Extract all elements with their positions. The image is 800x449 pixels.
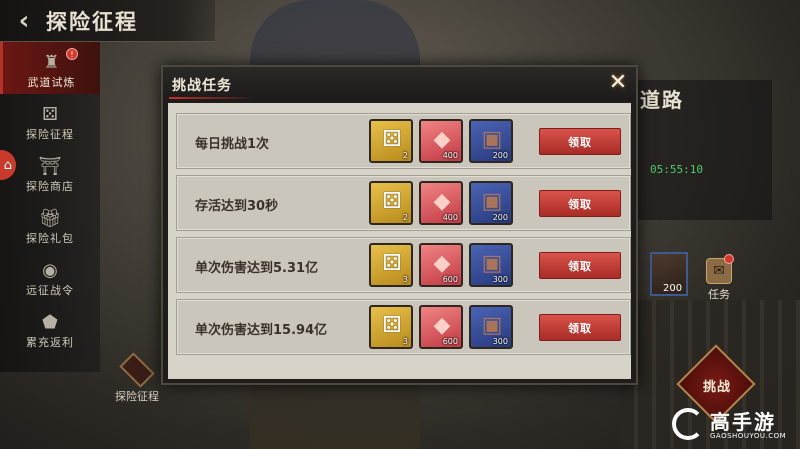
claim-button[interactable]: 领取 [539,314,621,341]
task-button-label: 任务 [708,288,730,301]
sidebar-item-martial-trial[interactable]: ♜ 武道试炼 ! [0,42,100,94]
chest-icon: ▣ [481,127,503,152]
challenge-button-label: 挑战 [703,380,732,395]
reward-count: 2 [402,213,408,222]
claim-button[interactable]: 领取 [539,128,621,155]
notification-badge: ! [66,48,78,60]
countdown-timer: 05:55:10 [650,163,703,176]
chest-icon: ▣ [481,189,503,214]
sidebar-item-rebate[interactable]: ⬟ 累充返利 [0,302,100,354]
reward-count: 3 [402,275,408,284]
task-name: 每日挑战1次 [195,137,270,152]
task-row: 每日挑战1次 ⚄ 2 ◆ 400 ▣ 200 领取 [176,113,631,169]
reward-count: 2 [402,151,408,160]
crossed-swords-close-icon[interactable]: ✕ [606,71,630,95]
sidebar-item-label: 探险礼包 [26,232,74,245]
dice-icon: ⚄ [42,104,58,125]
dice-icon: ⚄ [382,313,402,338]
dialog-title: 挑战任务 [172,78,232,94]
task-row: 单次伤害达到5.31亿 ⚄ 3 ◆ 600 ▣ 300 领取 [176,237,631,293]
gift-icon: 🎁︎ [38,208,62,229]
expedition-shortcut[interactable]: 探险征程 [112,352,162,404]
rebate-icon: ⬟ [42,312,58,333]
title-underline [169,97,255,99]
task-row: 存活达到30秒 ⚄ 2 ◆ 400 ▣ 200 领取 [176,175,631,231]
reward-count: 200 [492,213,508,222]
sidebar-item-label: 探险征程 [26,128,74,141]
watermark: 高手游 GAOSHOUYOU.COM [672,406,796,446]
dialog-header: 挑战任务 ✕ [163,67,636,101]
task-name: 单次伤害达到5.31亿 [195,261,319,276]
gem-reward[interactable]: ◆ 600 [419,243,463,287]
sidebar-item-label: 探险商店 [26,180,74,193]
dice-icon: ⚄ [382,127,402,152]
chest-reward[interactable]: ▣ 200 [469,181,513,225]
reward-count: 600 [442,275,458,284]
sidebar-item-label: 累充返利 [26,336,74,349]
expedition-shortcut-label: 探险征程 [115,390,159,403]
reward-count: 600 [442,337,458,346]
gem-icon: ◆ [433,251,451,276]
reward-count: 300 [492,337,508,346]
chest-reward[interactable]: ▣ 200 [469,119,513,163]
task-row: 单次伤害达到15.94亿 ⚄ 3 ◆ 600 ▣ 300 领取 [176,299,631,355]
reward-count: 3 [402,337,408,346]
back-chevron-icon[interactable]: ‹ [6,3,42,39]
reward-count: 300 [492,275,508,284]
gem-reward[interactable]: ◆ 400 [419,181,463,225]
claim-button[interactable]: 领取 [539,252,621,279]
dice-reward[interactable]: ⚄ 2 [369,181,413,225]
road-panel-title: 道路 [640,88,684,112]
task-name: 单次伤害达到15.94亿 [195,323,328,338]
token-icon: ◉ [42,260,58,281]
dice-icon: ⚄ [382,251,402,276]
gem-icon: ◆ [433,313,451,338]
notification-badge [724,254,734,264]
watermark-logo-icon [672,408,704,440]
dice-reward[interactable]: ⚄ 2 [369,119,413,163]
watermark-subtext: GAOSHOUYOU.COM [710,432,787,440]
dice-reward[interactable]: ⚄ 3 [369,243,413,287]
reward-count: 200 [492,151,508,160]
challenge-task-dialog: 挑战任务 ✕ 每日挑战1次 ⚄ 2 ◆ 400 ▣ 200 领取 存活达到30秒… [161,65,638,385]
claim-button[interactable]: 领取 [539,190,621,217]
chest-icon: ▣ [481,251,503,276]
gem-icon: ◆ [433,189,451,214]
watermark-text: 高手游 [710,410,776,434]
sidebar-item-expedition[interactable]: ⚄ 探险征程 [0,94,100,146]
sidebar-item-shop[interactable]: ⛩ 探险商店 [0,146,100,198]
reward-count: 400 [442,151,458,160]
top-bar: ‹ 探险征程 [0,0,215,42]
sidebar-item-label: 远征战令 [26,284,74,297]
task-list: 每日挑战1次 ⚄ 2 ◆ 400 ▣ 200 领取 存活达到30秒 ⚄ 2 ◆ [168,103,631,379]
shop-icon: ⛩ [38,156,62,177]
sidebar-item-gift[interactable]: 🎁︎ 探险礼包 [0,198,100,250]
tower-icon: ♜ [43,52,60,73]
treasure-box-count: 200 [663,283,683,294]
chest-icon: ▣ [481,313,503,338]
gem-reward[interactable]: ◆ 400 [419,119,463,163]
task-name: 存活达到30秒 [195,199,279,214]
dice-icon: ⚄ [382,189,402,214]
page-title: 探险征程 [46,8,138,34]
sidebar-item-label: 武道试炼 [27,76,76,89]
gem-reward[interactable]: ◆ 600 [419,305,463,349]
chest-reward[interactable]: ▣ 300 [469,243,513,287]
sidebar: ♜ 武道试炼 ! ⚄ 探险征程 ⛩ 探险商店 🎁︎ 探险礼包 ◉ 远征战令 ⬟ … [0,42,100,372]
chest-reward[interactable]: ▣ 300 [469,305,513,349]
reward-count: 400 [442,213,458,222]
task-button[interactable]: ✉ 任务 [700,254,738,304]
sidebar-item-battle-pass[interactable]: ◉ 远征战令 [0,250,100,302]
dice-reward[interactable]: ⚄ 3 [369,305,413,349]
gem-icon: ◆ [433,127,451,152]
